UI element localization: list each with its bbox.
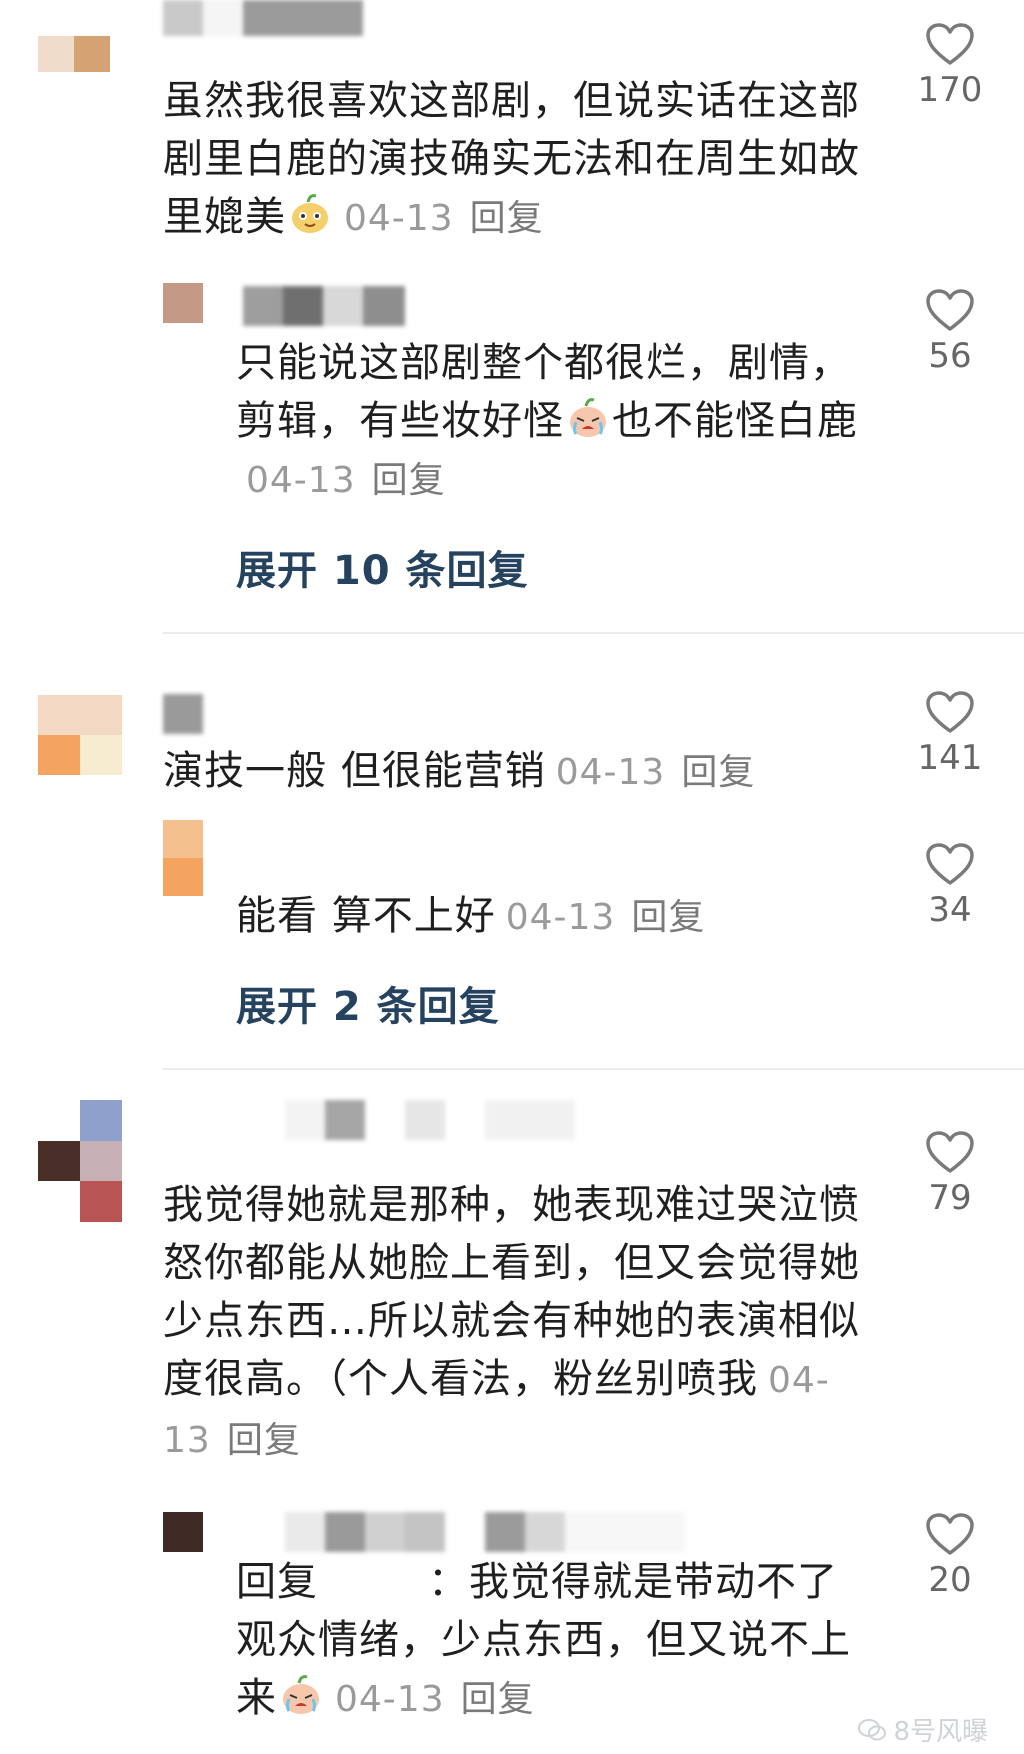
like-button[interactable]: 141 — [905, 690, 995, 778]
divider — [163, 1068, 1024, 1070]
heart-icon — [926, 843, 974, 885]
comment-text: 虽然我很喜欢这部剧，但说实话在这部剧里白鹿的演技确实无法和在周生如故里媲美 04-… — [163, 78, 860, 240]
comment-date: 04-13 — [555, 752, 666, 793]
reply-date: 04-13 — [505, 897, 616, 938]
avatar[interactable] — [163, 820, 203, 896]
avatar[interactable] — [163, 283, 203, 323]
like-count: 79 — [928, 1178, 972, 1218]
reply-date: 04-13 — [335, 1679, 445, 1720]
like-count: 56 — [928, 336, 972, 376]
like-count: 34 — [928, 890, 972, 930]
reply-to-label: 回复 — [236, 1559, 318, 1605]
watermark: 8号风曝 — [857, 1711, 988, 1748]
expand-replies-link[interactable]: 展开 2 条回复 — [236, 974, 500, 1032]
avatar[interactable] — [38, 695, 122, 775]
crying-face-emoji — [570, 398, 606, 437]
heart-icon — [926, 289, 974, 331]
like-button[interactable]: 34 — [905, 842, 995, 930]
reply-button[interactable]: 回复 — [227, 1420, 301, 1461]
like-button[interactable]: 20 — [905, 1512, 995, 1600]
reply-button[interactable]: 回复 — [681, 752, 755, 793]
like-button[interactable]: 170 — [905, 22, 995, 110]
reply-date: 04-13 — [246, 460, 356, 501]
avatar[interactable] — [163, 1512, 203, 1552]
like-count: 170 — [917, 70, 983, 110]
reply-button[interactable]: 回复 — [470, 198, 544, 239]
reply-button[interactable]: 回复 — [631, 897, 705, 938]
username-blurred[interactable] — [163, 0, 363, 36]
divider — [163, 632, 1024, 634]
reply-text: 只能说这部剧整个都很烂，剧情，剪辑，有些妆好怪 也不能怪白鹿04-13 回复 — [236, 340, 858, 501]
heart-icon — [926, 1513, 974, 1555]
like-button[interactable]: 56 — [905, 288, 995, 376]
heart-icon — [926, 1131, 974, 1173]
username-blurred[interactable] — [285, 1512, 685, 1552]
comment-date: 04-13 — [344, 198, 454, 239]
like-count: 141 — [917, 738, 983, 778]
smile-face-emoji — [292, 194, 328, 233]
expand-replies-link[interactable]: 展开 10 条回复 — [236, 538, 529, 596]
reply-button[interactable]: 回复 — [372, 460, 446, 501]
crying-face-emoji — [283, 1675, 319, 1714]
username-blurred[interactable] — [285, 1100, 615, 1140]
username-blurred[interactable] — [163, 694, 203, 734]
heart-icon — [926, 23, 974, 65]
wechat-icon — [858, 1718, 887, 1740]
reply-text: 回复 ：我觉得就是带动不了观众情绪，少点东西，但又说不上来 04-13 回复 — [236, 1559, 851, 1721]
avatar[interactable] — [38, 1100, 122, 1222]
reply-button[interactable]: 回复 — [461, 1679, 535, 1720]
reply-text: 能看 算不上好 04-13 回复 — [236, 893, 706, 939]
heart-icon — [926, 691, 974, 733]
username-blurred[interactable] — [243, 286, 405, 326]
like-button[interactable]: 79 — [905, 1130, 995, 1218]
comment-text: 演技一般 但很能营销 04-13 回复 — [163, 748, 756, 794]
comment-text: 我觉得她就是那种，她表现难过哭泣愤怒你都能从她脸上看到，但又会觉得她少点东西…所… — [163, 1182, 860, 1461]
avatar[interactable] — [38, 36, 110, 72]
like-count: 20 — [928, 1560, 972, 1600]
